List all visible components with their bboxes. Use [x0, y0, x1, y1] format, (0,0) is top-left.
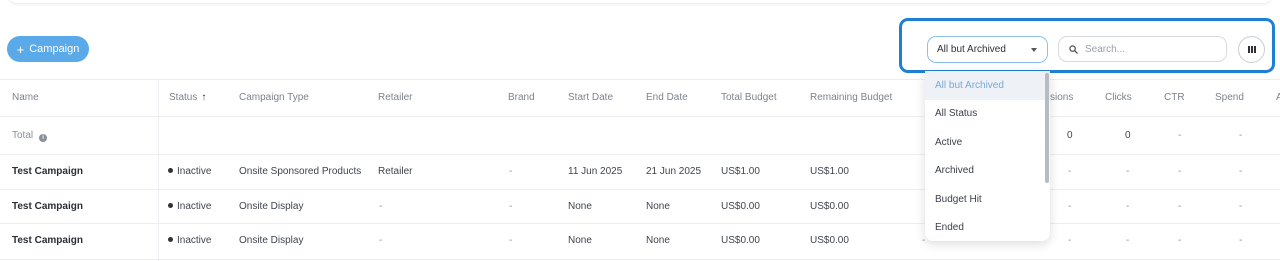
chevron-down-icon — [1031, 48, 1037, 52]
status-dot-icon — [168, 237, 173, 242]
sort-ascending-icon: ↑ — [201, 92, 207, 103]
end-date-cell: None — [646, 235, 670, 246]
header-ctr[interactable]: CTR — [1164, 92, 1185, 104]
header-total-budget[interactable]: Total Budget — [721, 92, 777, 104]
table-top-border — [0, 79, 1280, 80]
start-date-cell: None — [568, 235, 592, 246]
status-dot-icon — [168, 203, 173, 208]
spend-cell: - — [1239, 201, 1243, 212]
campaign-type-cell: Onsite Display — [239, 201, 304, 212]
header-brand[interactable]: Brand — [508, 92, 535, 104]
impressions-cell: - — [1068, 201, 1072, 212]
dropdown-option-all-status[interactable]: All Status — [925, 100, 1050, 129]
remaining-budget-cell: US$0.00 — [810, 201, 849, 212]
status-filter-select[interactable]: All but Archived — [927, 36, 1048, 63]
campaign-name-link[interactable]: Test Campaign — [12, 166, 83, 178]
total-label: Total — [12, 130, 34, 141]
header-impressions[interactable]: sions — [1050, 92, 1073, 104]
partially-hidden-cell: - — [922, 235, 926, 246]
dropdown-option-all-but-archived[interactable]: All but Archived — [925, 71, 1050, 100]
row-divider — [0, 259, 1280, 260]
info-icon[interactable]: i — [39, 134, 48, 142]
spend-cell: - — [1239, 166, 1243, 177]
dropdown-option-ended[interactable]: Ended — [925, 214, 1050, 242]
remaining-budget-cell: US$1.00 — [810, 166, 849, 177]
total-spend: - — [1239, 130, 1243, 141]
status-text: Inactive — [177, 235, 212, 246]
impressions-cell: - — [1068, 166, 1072, 177]
add-campaign-label: Campaign — [29, 43, 80, 55]
row-divider — [0, 154, 1280, 155]
campaign-name-link[interactable]: Test Campaign — [12, 201, 83, 213]
name-column-divider — [158, 79, 159, 261]
brand-cell: - — [509, 235, 513, 246]
total-budget-cell: US$1.00 — [721, 166, 760, 177]
header-campaign-type[interactable]: Campaign Type — [239, 92, 309, 104]
campaign-type-cell: Onsite Sponsored Products — [239, 166, 362, 177]
total-impressions: 0 — [1067, 130, 1073, 141]
search-icon — [1069, 44, 1078, 54]
status-text: Inactive — [177, 166, 212, 177]
start-date-cell: 11 Jun 2025 — [568, 166, 623, 177]
ctr-cell: - — [1178, 201, 1182, 212]
retailer-cell: - — [379, 235, 383, 246]
ctr-cell: - — [1178, 235, 1182, 246]
remaining-budget-cell: US$0.00 — [810, 235, 849, 246]
row-divider — [0, 223, 1280, 224]
start-date-cell: None — [568, 201, 592, 212]
columns-icon — [1247, 46, 1256, 53]
dropdown-scrollbar[interactable] — [1045, 73, 1049, 183]
header-remaining-budget[interactable]: Remaining Budget — [810, 92, 892, 104]
header-truncated[interactable]: A — [1276, 92, 1280, 104]
spend-cell: - — [1239, 235, 1243, 246]
campaign-name-link[interactable]: Test Campaign — [12, 235, 83, 247]
header-end-date[interactable]: End Date — [646, 92, 688, 104]
row-divider — [0, 116, 1280, 117]
impressions-cell: - — [1068, 235, 1072, 246]
status-cell: Inactive — [168, 201, 211, 213]
campaign-type-cell: Onsite Display — [239, 235, 304, 246]
retailer-cell: Retailer — [378, 166, 413, 177]
row-divider — [0, 189, 1280, 190]
search-input[interactable] — [1085, 43, 1205, 55]
status-cell: Inactive — [168, 235, 211, 247]
status-cell: Inactive — [168, 166, 211, 178]
header-start-date[interactable]: Start Date — [568, 92, 613, 104]
status-dot-icon — [168, 168, 173, 173]
add-campaign-button[interactable]: + Campaign — [7, 36, 89, 62]
dropdown-option-active[interactable]: Active — [925, 128, 1050, 157]
header-clicks[interactable]: Clicks — [1105, 92, 1132, 104]
clicks-cell: - — [1126, 166, 1130, 177]
header-retailer[interactable]: Retailer — [378, 92, 412, 104]
total-label-cell: Total i — [12, 130, 48, 142]
end-date-cell: 21 Jun 2025 — [646, 166, 702, 177]
retailer-cell: - — [379, 201, 383, 212]
header-status[interactable]: Status ↑ — [169, 92, 206, 104]
end-date-cell: None — [646, 201, 670, 212]
total-clicks: 0 — [1125, 130, 1131, 141]
total-budget-cell: US$0.00 — [721, 201, 760, 212]
brand-cell: - — [509, 166, 513, 177]
brand-cell: - — [509, 201, 513, 212]
dropdown-option-archived[interactable]: Archived — [925, 157, 1050, 186]
header-spend[interactable]: Spend — [1215, 92, 1244, 104]
status-text: Inactive — [177, 201, 212, 212]
total-budget-cell: US$0.00 — [721, 235, 760, 246]
search-box[interactable] — [1058, 36, 1227, 62]
status-filter-dropdown-menu: All but Archived All Status Active Archi… — [925, 71, 1050, 241]
dropdown-option-budget-hit[interactable]: Budget Hit — [925, 185, 1050, 214]
clicks-cell: - — [1126, 235, 1130, 246]
header-status-label: Status — [169, 92, 198, 103]
plus-icon: + — [16, 41, 25, 57]
status-filter-value: All but Archived — [937, 44, 1006, 55]
header-name[interactable]: Name — [12, 92, 39, 104]
ctr-cell: - — [1178, 166, 1182, 177]
clicks-cell: - — [1126, 201, 1130, 212]
columns-button[interactable] — [1238, 36, 1265, 63]
top-card — [8, 0, 1272, 3]
total-ctr: - — [1178, 130, 1182, 141]
